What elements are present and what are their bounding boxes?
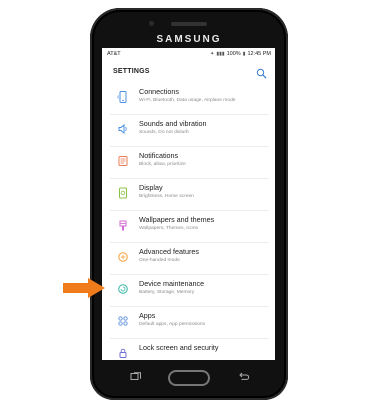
mute-icon: ✦ bbox=[210, 51, 215, 57]
settings-item-label: Device maintenance bbox=[139, 279, 205, 288]
recent-apps-icon bbox=[130, 372, 141, 380]
apps-icon bbox=[110, 311, 135, 331]
carrier-label: AT&T bbox=[107, 51, 121, 57]
settings-item-device-maintenance[interactable]: Device maintenance Battery, Storage, Mem… bbox=[110, 275, 269, 307]
settings-item-subtitle: Wallpapers, Themes, Icons bbox=[139, 226, 198, 231]
settings-item-subtitle: Sounds, Do not disturb bbox=[139, 130, 189, 135]
settings-item-display[interactable]: Display Brightness, Home screen bbox=[110, 179, 269, 211]
settings-list: Connections Wi-Fi, Bluetooth, Data usage… bbox=[110, 83, 269, 360]
settings-item-label: Notifications bbox=[139, 151, 179, 160]
phone-device: SAMSUNG AT&T ✦ ▮▮▮ 100% ▮ 12:45 PM SETTI… bbox=[90, 8, 288, 400]
settings-item-subtitle: Wi-Fi, Bluetooth, Data usage, Airplane m… bbox=[139, 98, 236, 103]
display-icon bbox=[110, 183, 135, 203]
recent-apps-button[interactable] bbox=[128, 370, 144, 384]
back-button[interactable] bbox=[236, 370, 252, 384]
advanced-features-icon bbox=[110, 247, 135, 267]
status-bar: AT&T ✦ ▮▮▮ 100% ▮ 12:45 PM bbox=[102, 48, 275, 60]
search-icon bbox=[256, 68, 267, 78]
settings-item-connections[interactable]: Connections Wi-Fi, Bluetooth, Data usage… bbox=[110, 83, 269, 115]
signal-icon: ▮▮▮ bbox=[216, 51, 225, 57]
settings-item-sounds[interactable]: Sounds and vibration Sounds, Do not dist… bbox=[110, 115, 269, 147]
settings-item-wallpapers[interactable]: Wallpapers and themes Wallpapers, Themes… bbox=[110, 211, 269, 243]
callout-arrow-icon bbox=[63, 278, 105, 298]
back-icon bbox=[239, 372, 250, 380]
front-camera bbox=[149, 21, 154, 26]
connections-icon bbox=[110, 87, 135, 107]
settings-item-label: Advanced features bbox=[139, 247, 199, 256]
settings-item-label: Lock screen and security bbox=[139, 343, 219, 352]
page-title: SETTINGS bbox=[113, 67, 150, 75]
app-bar: SETTINGS bbox=[102, 60, 275, 82]
settings-item-apps[interactable]: Apps Default apps, App permissions bbox=[110, 307, 269, 339]
settings-item-label: Apps bbox=[139, 311, 156, 320]
settings-item-label: Display bbox=[139, 183, 163, 192]
device-maintenance-icon bbox=[110, 279, 135, 299]
settings-item-subtitle: Battery, Storage, Memory bbox=[139, 290, 195, 295]
settings-item-subtitle: Default apps, App permissions bbox=[139, 322, 206, 327]
hardware-navbar bbox=[90, 360, 288, 400]
clock-time: 12:45 PM bbox=[247, 51, 271, 57]
speaker-grille bbox=[171, 22, 207, 26]
settings-item-subtitle: Brightness, Home screen bbox=[139, 194, 194, 199]
battery-icon: ▮ bbox=[242, 51, 246, 57]
settings-item-label: Sounds and vibration bbox=[139, 119, 207, 128]
sound-icon bbox=[110, 119, 135, 139]
settings-item-label: Wallpapers and themes bbox=[139, 215, 215, 224]
brand-logo: SAMSUNG bbox=[156, 34, 222, 45]
settings-item-advanced-features[interactable]: Advanced features One-handed mode bbox=[110, 243, 269, 275]
settings-screen: AT&T ✦ ▮▮▮ 100% ▮ 12:45 PM SETTINGS Conn… bbox=[102, 48, 275, 360]
battery-percent: 100% bbox=[226, 51, 241, 57]
status-right: ✦ ▮▮▮ 100% ▮ 12:45 PM bbox=[210, 51, 271, 57]
search-button[interactable] bbox=[256, 66, 267, 78]
settings-item-subtitle: One-handed mode bbox=[139, 258, 180, 263]
settings-item-notifications[interactable]: Notifications Block, allow, prioritize bbox=[110, 147, 269, 179]
settings-item-label: Connections bbox=[139, 87, 179, 96]
lock-icon bbox=[110, 343, 135, 360]
home-button[interactable] bbox=[168, 370, 210, 386]
notifications-icon bbox=[110, 151, 135, 171]
settings-item-subtitle: Block, allow, prioritize bbox=[139, 162, 186, 167]
wallpapers-icon bbox=[110, 215, 135, 235]
settings-item-lock-screen-security[interactable]: Lock screen and security bbox=[110, 339, 269, 360]
